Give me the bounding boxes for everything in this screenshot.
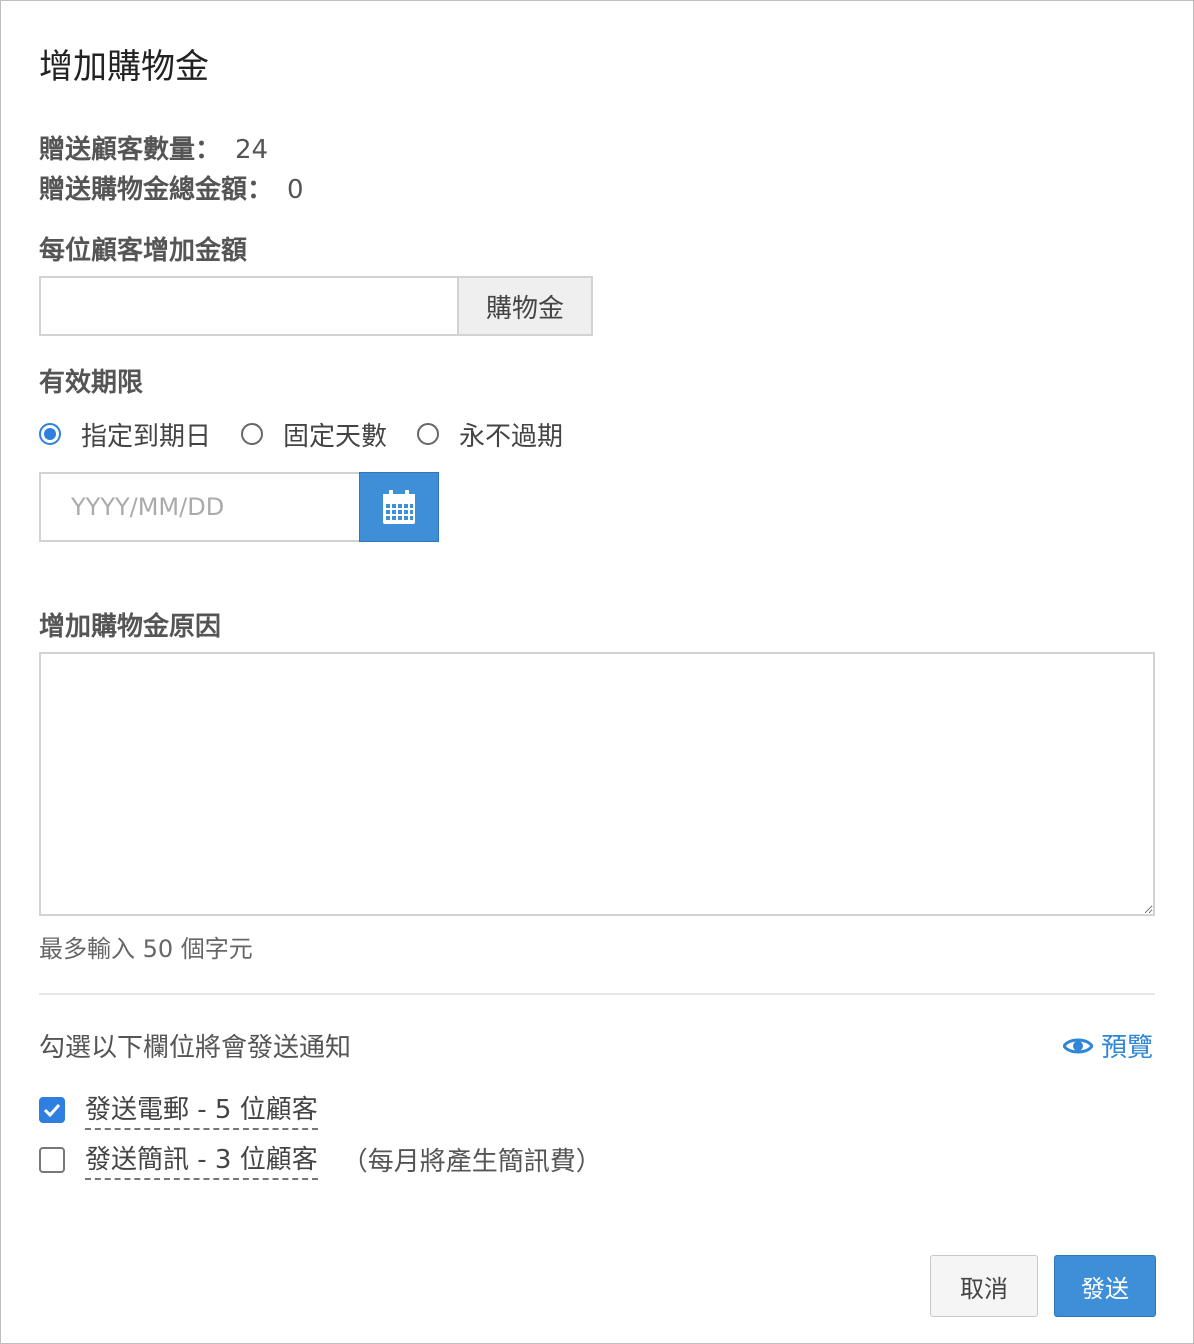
radio-button[interactable] — [417, 423, 440, 445]
date-picker-group — [39, 472, 439, 542]
checkmark-icon — [43, 1103, 61, 1117]
add-store-credit-dialog: 增加購物金 贈送顧客數量： 24 贈送購物金總金額： 0 每位顧客增加金額 購物金 … — [0, 0, 1194, 1344]
radio-button[interactable] — [241, 423, 264, 445]
amount-input-group: 購物金 — [39, 276, 593, 338]
expiry-options: 指定到期日 固定天數 永不過期 — [39, 413, 593, 455]
expiry-date-input[interactable] — [39, 472, 359, 542]
eye-icon — [1062, 1038, 1093, 1053]
cancel-button[interactable]: 取消 — [930, 1255, 1038, 1317]
send-sms-label[interactable]: 發送簡訊 - 3 位顧客 — [85, 1139, 318, 1180]
expiry-option-fixed-days[interactable]: 固定天數 — [241, 416, 387, 453]
customer-count-label: 贈送顧客數量： — [39, 135, 222, 165]
expiry-option-label: 固定天數 — [283, 421, 388, 452]
total-amount-label: 贈送購物金總金額： — [39, 175, 274, 205]
expiry-label: 有效期限 — [39, 368, 144, 398]
amount-label: 每位顧客增加金額 — [39, 236, 248, 266]
amount-addon: 購物金 — [457, 276, 593, 336]
amount-input[interactable] — [39, 276, 457, 336]
expiry-option-label: 指定到期日 — [81, 421, 212, 452]
calendar-icon — [383, 490, 415, 524]
radio-button-selected[interactable] — [39, 423, 61, 445]
send-sms-checkbox[interactable] — [39, 1146, 65, 1173]
total-amount-value: 0 — [287, 175, 304, 205]
send-email-label[interactable]: 發送電郵 - 5 位顧客 — [85, 1089, 318, 1130]
customer-count-row: 贈送顧客數量： 24 — [39, 129, 268, 166]
sms-fee-note: （每月將產生簡訊費） — [341, 1147, 602, 1177]
customer-count-value: 24 — [235, 135, 269, 165]
notification-label: 勾選以下欄位將會發送通知 — [39, 1033, 352, 1063]
send-email-option[interactable]: 發送電郵 - 5 位顧客 — [39, 1089, 318, 1130]
preview-link[interactable]: 預覽 — [1062, 1027, 1153, 1064]
calendar-button[interactable] — [359, 472, 439, 542]
divider — [39, 993, 1155, 995]
dialog-title: 增加購物金 — [39, 47, 209, 87]
expiry-option-specific-date[interactable]: 指定到期日 — [39, 416, 211, 453]
expiry-option-label: 永不過期 — [459, 421, 564, 452]
reason-char-limit-hint: 最多輸入 50 個字元 — [39, 935, 253, 963]
total-amount-row: 贈送購物金總金額： 0 — [39, 169, 304, 206]
expiry-option-never[interactable]: 永不過期 — [417, 416, 563, 453]
send-email-checkbox[interactable] — [39, 1096, 65, 1123]
preview-label: 預覽 — [1100, 1033, 1153, 1063]
send-sms-option[interactable]: 發送簡訊 - 3 位顧客 （每月將產生簡訊費） — [39, 1139, 602, 1180]
send-button[interactable]: 發送 — [1054, 1255, 1156, 1317]
reason-textarea[interactable] — [39, 652, 1155, 916]
reason-label: 增加購物金原因 — [39, 612, 222, 642]
